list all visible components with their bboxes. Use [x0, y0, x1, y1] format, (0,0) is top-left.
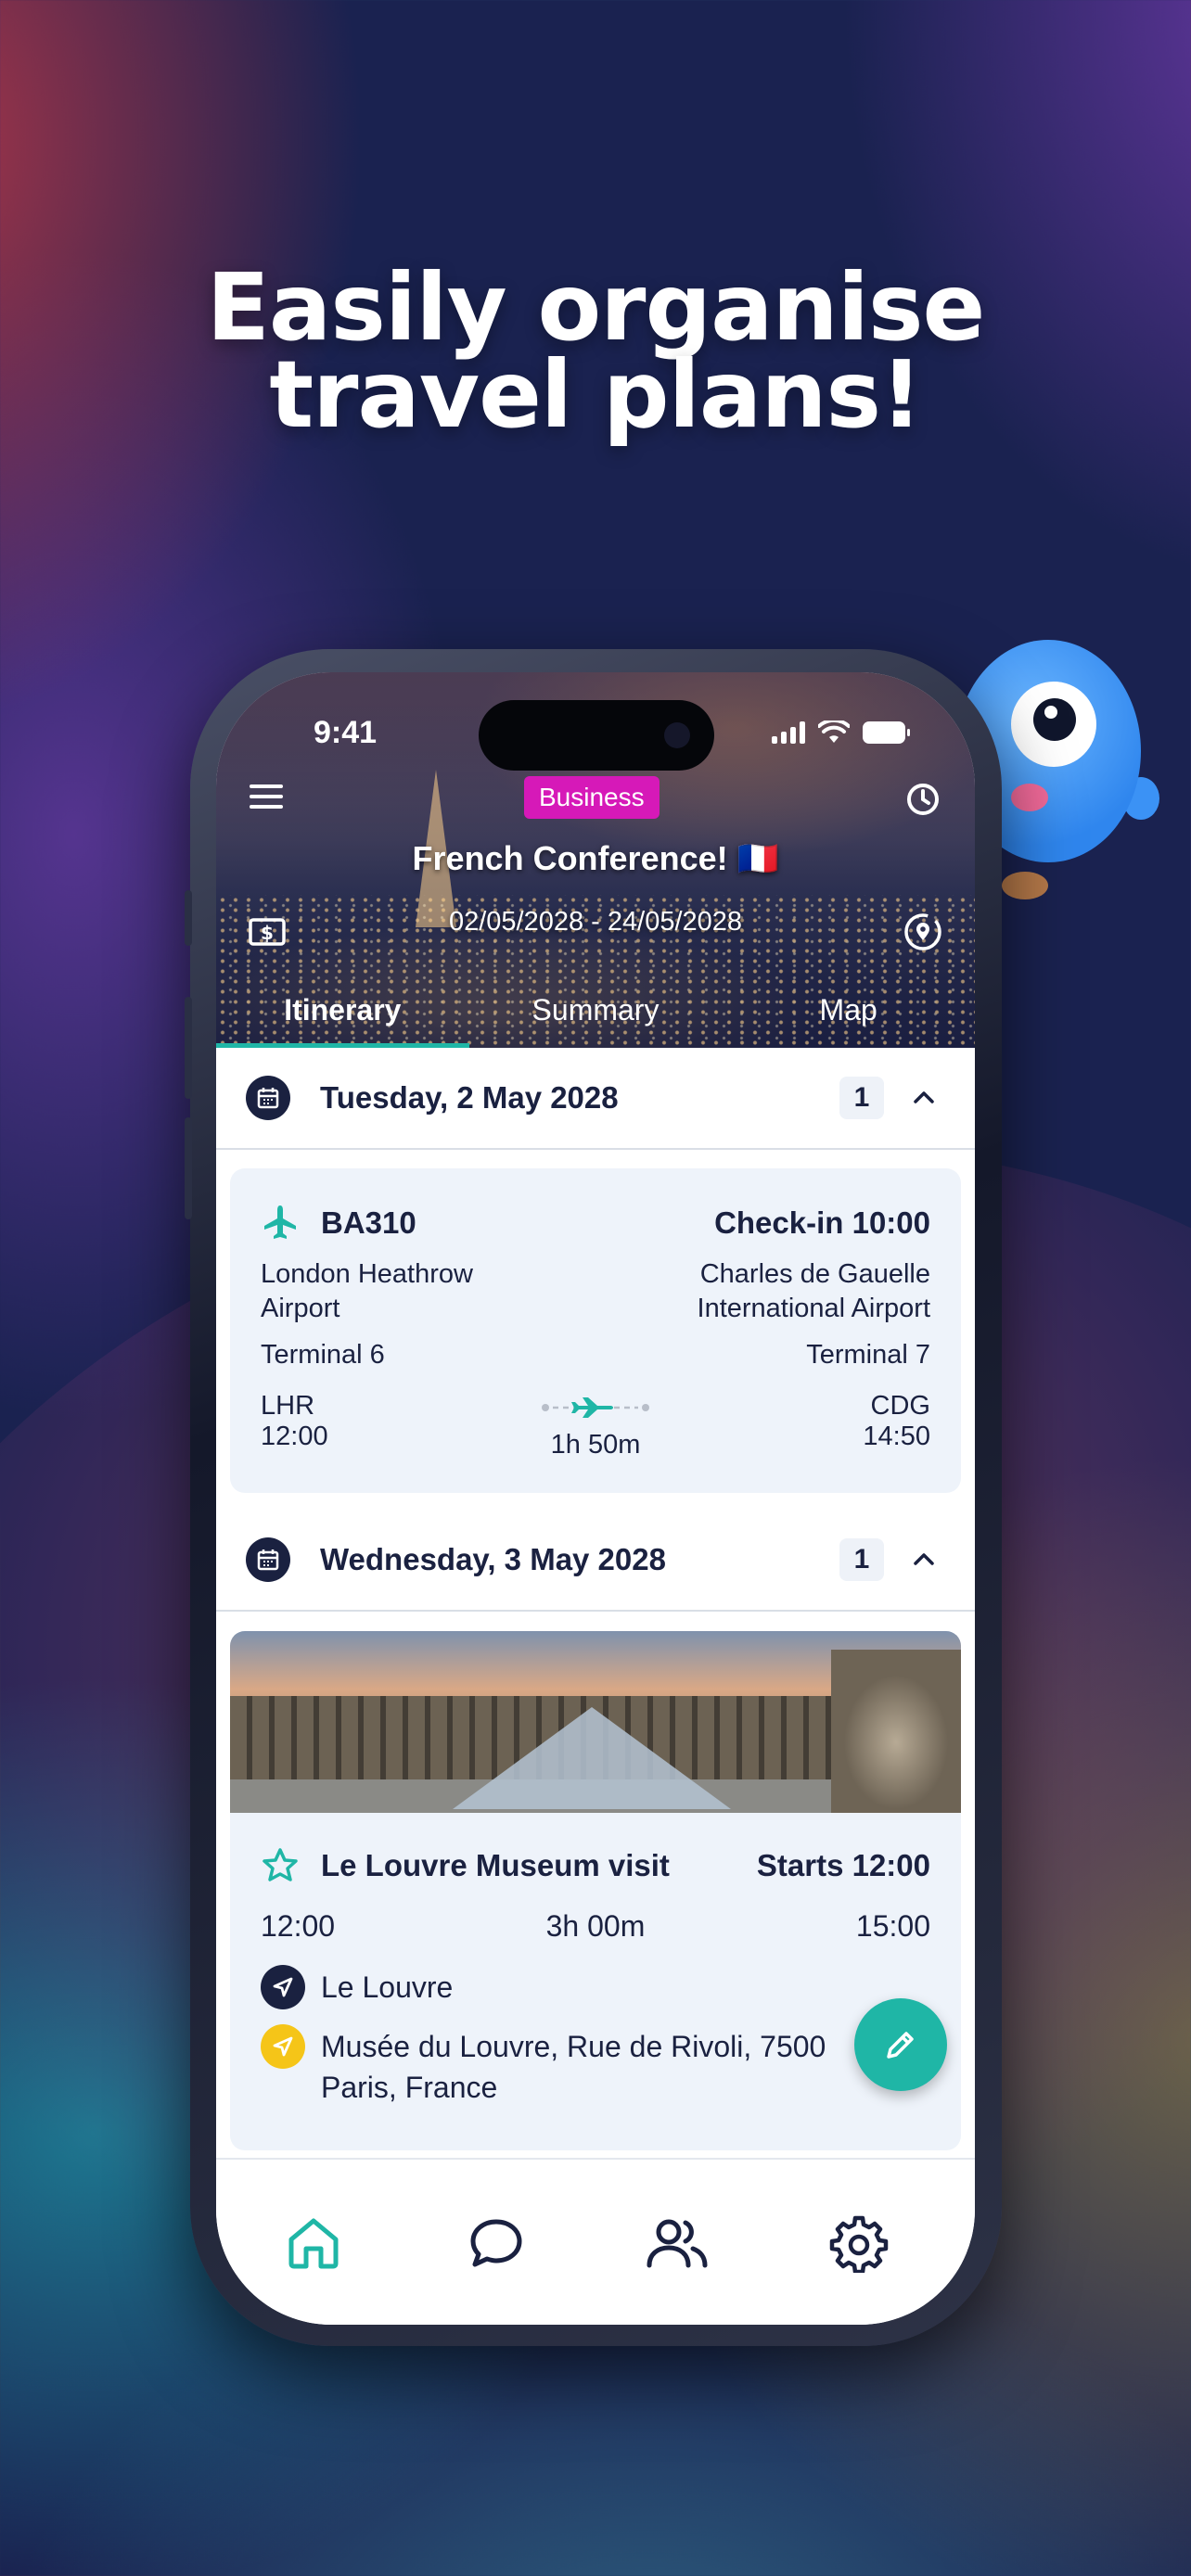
phone-button [185, 890, 192, 946]
navigation-icon[interactable] [261, 2024, 305, 2069]
headline-line-2: travel plans! [269, 340, 922, 449]
home-icon [288, 2218, 339, 2269]
status-time: 9:41 [314, 715, 378, 750]
trip-title: French Conference! 🇫🇷 [412, 839, 779, 877]
tab-itinerary[interactable]: Itinerary [216, 981, 469, 1048]
flight-card[interactable]: BA310 Check-in 10:00 London Heathrow Air… [230, 1168, 961, 1493]
mascot-tongue [1011, 784, 1048, 811]
tab-map[interactable]: Map [722, 981, 975, 1048]
phone-button [185, 997, 192, 1099]
nav-home[interactable] [276, 2206, 351, 2280]
gear-icon [829, 2215, 889, 2273]
headline-line-1: Easily organise [206, 253, 986, 362]
phone-screen: 9:41 Business French Conference! 🇫🇷 $ 02… [216, 672, 975, 2325]
star-icon [263, 1848, 298, 1881]
dynamic-island [479, 700, 714, 771]
people-icon [647, 2219, 708, 2268]
activity-address-line-1: Musée du Louvre, Rue de Rivoli, 7500 [321, 2030, 826, 2063]
chevron-up-icon[interactable] [910, 1546, 938, 1574]
mascot-foot [1002, 872, 1048, 899]
arrival-airport-line-1: Charles de Gauelle [699, 1259, 930, 1289]
flight-checkin: Check-in 10:00 [714, 1205, 930, 1240]
departure-airport-line-2: Airport [261, 1294, 340, 1323]
tab-summary[interactable]: Summary [469, 981, 723, 1048]
headline: Easily organise travel plans! [0, 253, 1191, 449]
activity-start: Starts 12:00 [756, 1848, 930, 1882]
nav-settings[interactable] [822, 2206, 896, 2280]
flight-route-icon [542, 1397, 649, 1418]
activity-title: Le Louvre Museum visit [321, 1848, 670, 1882]
menu-icon[interactable] [248, 782, 285, 811]
departure-time: 12:00 [261, 1422, 328, 1451]
day-date: Tuesday, 2 May 2028 [320, 1080, 619, 1115]
trip-type-badge: Business [524, 776, 660, 819]
louvre-photo [230, 1631, 961, 1813]
chevron-up-icon[interactable] [910, 1084, 938, 1112]
flight-number: BA310 [321, 1205, 416, 1240]
navigation-icon[interactable] [261, 1965, 305, 2009]
clock-icon[interactable] [905, 782, 941, 817]
activity-duration: 3h 00m [545, 1909, 646, 1943]
edit-button[interactable] [854, 1998, 947, 2091]
day-header[interactable]: Tuesday, 2 May 2028 1 [216, 1048, 975, 1150]
nav-chat[interactable] [459, 2206, 533, 2280]
activity-start-time: 12:00 [261, 1909, 336, 1943]
phone-button [185, 1117, 192, 1219]
arrival-terminal: Terminal 7 [806, 1340, 930, 1370]
day-item-count: 1 [839, 1077, 884, 1119]
mascot-eye [1011, 682, 1096, 767]
day-item-count: 1 [839, 1538, 884, 1581]
day-header[interactable]: Wednesday, 3 May 2028 1 [216, 1510, 975, 1612]
calendar-icon [246, 1076, 290, 1120]
signal-icon [772, 721, 805, 744]
departure-terminal: Terminal 6 [261, 1340, 385, 1370]
trip-dates: 02/05/2028 - 24/05/2028 [448, 907, 743, 937]
pencil-icon [887, 2032, 914, 2059]
departure-airport-line-1: London Heathrow [261, 1259, 473, 1289]
calendar-icon [246, 1537, 290, 1582]
flight-duration: 1h 50m [550, 1430, 641, 1460]
airplane-icon [264, 1205, 296, 1239]
arrival-airport-line-2: International Airport [697, 1294, 930, 1323]
activity-card[interactable]: Le Louvre Museum visit Starts 12:00 12:0… [230, 1631, 961, 2150]
trip-tabs: Itinerary Summary Map [216, 981, 975, 1048]
arrival-time: 14:50 [863, 1422, 930, 1451]
battery-icon [863, 721, 910, 744]
activity-end-time: 15:00 [855, 1909, 930, 1943]
arrival-code: CDG [870, 1391, 930, 1421]
location-pin-icon[interactable] [903, 912, 943, 952]
chat-bubble-icon [470, 2219, 522, 2267]
activity-place: Le Louvre [321, 1970, 454, 2004]
departure-code: LHR [261, 1391, 315, 1421]
day-date: Wednesday, 3 May 2028 [320, 1542, 666, 1576]
bottom-navigation [216, 2158, 975, 2325]
wifi-icon [818, 721, 850, 743]
nav-people[interactable] [640, 2206, 714, 2280]
activity-address-line-2: Paris, France [321, 2071, 498, 2104]
